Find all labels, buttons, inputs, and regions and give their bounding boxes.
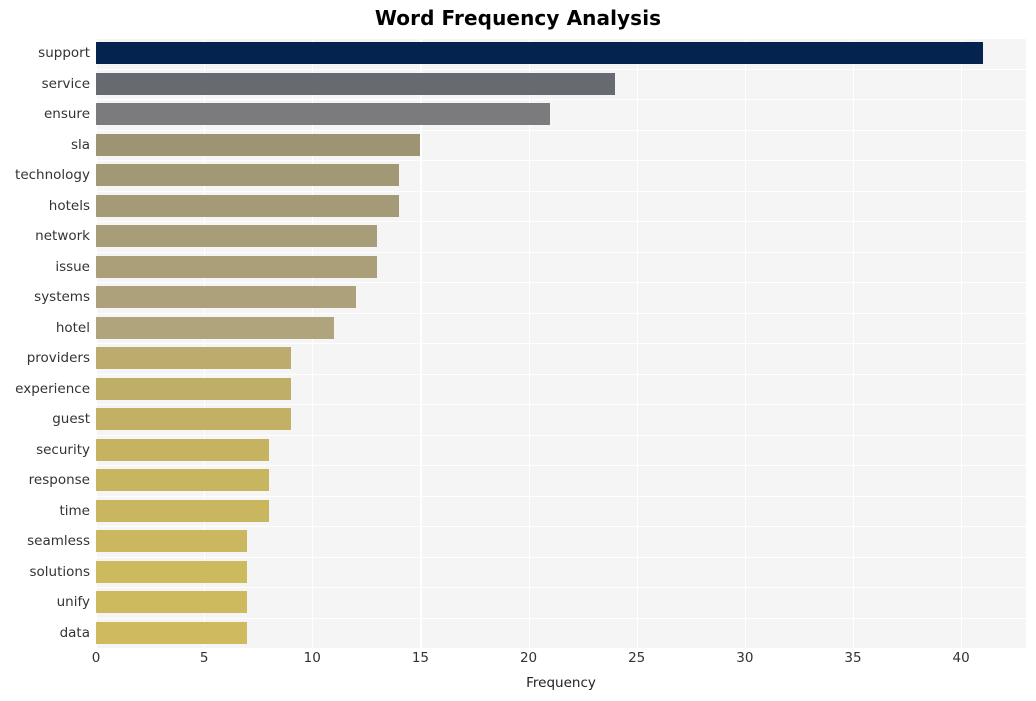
y-tick-label-service: service (41, 75, 90, 92)
y-gridline (96, 526, 1026, 528)
bar-issue[interactable] (96, 255, 378, 278)
y-gridline (96, 38, 1026, 40)
y-gridline (96, 404, 1026, 406)
y-tick-label-unify: unify (56, 594, 90, 611)
y-gridline (96, 495, 1026, 497)
x-tick-label-15: 15 (411, 650, 429, 666)
y-gridline (96, 617, 1026, 619)
x-tick-label-30: 30 (736, 650, 754, 666)
chart-title: Word Frequency Analysis (374, 6, 662, 30)
y-gridline (96, 434, 1026, 436)
y-gridline (96, 221, 1026, 223)
y-tick-label-ensure: ensure (43, 106, 90, 123)
y-tick-label-sla: sla (70, 136, 90, 153)
y-tick-label-security: security (36, 441, 90, 458)
y-gridline (96, 160, 1026, 162)
y-gridline (96, 282, 1026, 284)
y-tick-label-time: time (59, 502, 90, 519)
x-tick-label-20: 20 (519, 650, 538, 666)
y-tick-label-hotel: hotel (55, 319, 90, 336)
y-gridline (96, 587, 1026, 589)
x-tick-label-5: 5 (199, 650, 209, 666)
y-tick-label-experience: experience (15, 380, 90, 397)
bar-guest[interactable] (96, 408, 291, 431)
x-tick-label-35: 35 (844, 650, 862, 666)
bar-ensure[interactable] (96, 103, 551, 126)
y-tick-label-data: data (59, 624, 90, 641)
x-axis-title: Frequency (526, 675, 596, 691)
x-tick-label-25: 25 (628, 650, 646, 666)
x-tick-label-40: 40 (952, 650, 970, 666)
y-gridline (96, 343, 1026, 345)
y-gridline (96, 312, 1026, 314)
y-tick-label-issue: issue (55, 258, 90, 275)
bar-support[interactable] (96, 42, 983, 65)
bar-time[interactable] (96, 499, 270, 522)
bar-sla[interactable] (96, 133, 421, 156)
y-tick-label-systems: systems (34, 289, 90, 306)
x-tick-label-10: 10 (303, 650, 321, 666)
bar-seamless[interactable] (96, 530, 248, 553)
y-gridline (96, 251, 1026, 253)
y-tick-label-support: support (38, 45, 90, 62)
bar-experience[interactable] (96, 377, 291, 400)
y-gridline (96, 465, 1026, 467)
y-gridline (96, 99, 1026, 101)
y-tick-label-technology: technology (15, 167, 90, 184)
y-tick-label-response: response (28, 472, 90, 489)
bar-systems[interactable] (96, 286, 356, 309)
bar-hotel[interactable] (96, 316, 334, 339)
y-tick-label-network: network (35, 228, 90, 245)
y-gridline (96, 68, 1026, 70)
bar-hotels[interactable] (96, 194, 399, 217)
y-tick-label-providers: providers (26, 350, 90, 367)
y-tick-label-solutions: solutions (29, 563, 91, 580)
word-frequency-chart-figure: Word Frequency Analysis support service en… (0, 0, 1036, 701)
bar-technology[interactable] (96, 164, 399, 187)
bar-solutions[interactable] (96, 560, 248, 583)
y-gridline (96, 190, 1026, 192)
bar-security[interactable] (96, 438, 270, 461)
bar-unify[interactable] (96, 591, 248, 614)
y-tick-label-seamless: seamless (27, 533, 90, 550)
y-tick-label-guest: guest (52, 411, 90, 428)
y-tick-label-hotels: hotels (48, 197, 90, 214)
x-axis-tick-labels: 0 5 10 15 20 25 30 35 40 (92, 650, 1026, 672)
plot-area (96, 38, 1026, 648)
y-gridline (96, 129, 1026, 131)
y-gridline (96, 373, 1026, 375)
bar-service[interactable] (96, 72, 616, 95)
bar-network[interactable] (96, 225, 378, 248)
bar-data[interactable] (96, 621, 248, 644)
bar-providers[interactable] (96, 347, 291, 370)
y-gridline (96, 556, 1026, 558)
x-tick-label-0: 0 (91, 650, 101, 666)
bar-response[interactable] (96, 469, 270, 492)
y-axis-tick-labels: support service ensure sla technology hotels n… (0, 38, 90, 648)
